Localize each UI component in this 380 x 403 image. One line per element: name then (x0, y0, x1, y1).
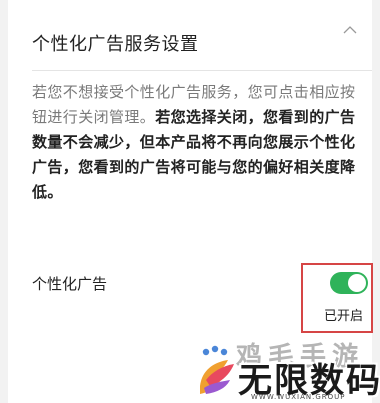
section-title: 个性化广告服务设置 (32, 34, 199, 55)
watermark-url: WWW.WUXIAN.GROUP (251, 393, 346, 401)
watermark: 鸡毛手游 无限数码 WWW.WUXIAN.GROUP (196, 336, 380, 403)
watermark-logo-icon (196, 344, 238, 396)
personalized-ads-toggle[interactable] (330, 272, 368, 294)
toggle-status-text: 已开启 (324, 309, 364, 324)
chevron-up-icon[interactable] (342, 22, 358, 38)
divider (32, 70, 372, 71)
personalized-ads-label: 个性化广告 (32, 275, 108, 293)
description-text: 若您不想接受个性化广告服务，您可点击相应按钮进行关闭管理。若您选择关闭，您看到的… (32, 80, 358, 205)
toggle-knob (348, 274, 366, 292)
